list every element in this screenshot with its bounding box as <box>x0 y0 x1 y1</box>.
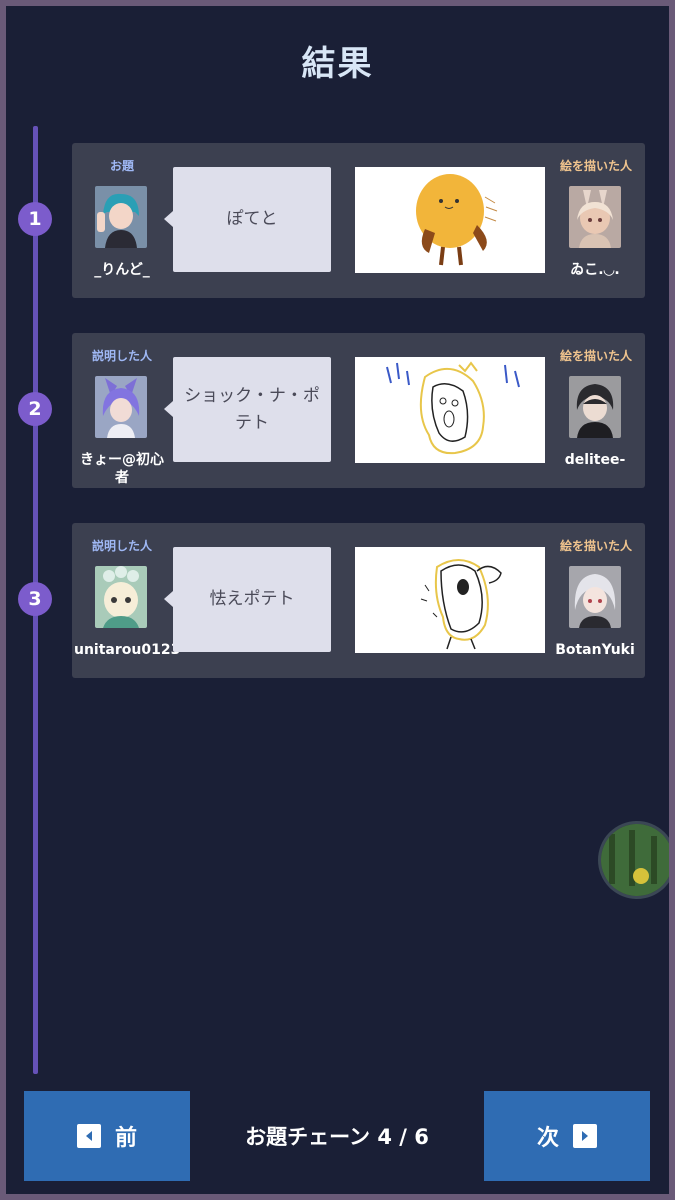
round-card: 説明した人 unitarou0123 怯えポテト 絵を描いた人 BotanYuk… <box>72 523 645 678</box>
floating-avatar[interactable] <box>598 821 669 899</box>
drawer-user-name: ゐこ.◡. <box>570 262 620 278</box>
drawer-user-name: BotanYuki <box>555 642 635 658</box>
drawer-user-name: delitee- <box>564 452 626 468</box>
prompt-user-name: _りんど_ <box>94 262 150 278</box>
next-label: 次 <box>536 1126 559 1151</box>
drawer-role-label: 絵を描いた人 <box>559 539 632 553</box>
description-text-bubble: ショック・ナ・ポテト <box>164 357 331 462</box>
arrow-right-icon <box>573 1124 597 1148</box>
avatar <box>95 186 147 248</box>
prev-label: 前 <box>114 1126 137 1151</box>
results-screen: 結果 1 お題 _りんど_ ぽてと 絵を描いた人 ゐこ.◡. 2 説明した人 き… <box>6 6 669 1194</box>
drawing-image[interactable] <box>355 357 545 463</box>
avatar <box>569 186 621 248</box>
avatar <box>569 566 621 628</box>
round-card: 説明した人 きょー@初心者 ショック・ナ・ポテト 絵を描いた人 delitee- <box>72 333 645 488</box>
step-badge: 3 <box>18 582 52 616</box>
round-card: お題 _りんど_ ぽてと 絵を描いた人 ゐこ.◡. <box>72 143 645 298</box>
page-title: 結果 <box>301 44 374 84</box>
avatar <box>95 376 147 438</box>
describer-role-label: 説明した人 <box>91 539 152 553</box>
drawing-image[interactable] <box>355 167 545 273</box>
drawing-image[interactable] <box>355 547 545 653</box>
next-button[interactable]: 次 <box>484 1091 650 1181</box>
chain-progress-label: お題チェーン 4 / 6 <box>245 1125 429 1149</box>
drawer-role-label: 絵を描いた人 <box>559 349 632 363</box>
arrow-left-icon <box>76 1124 101 1148</box>
prev-button[interactable]: 前 <box>24 1091 190 1181</box>
drawer-role-label: 絵を描いた人 <box>559 159 632 173</box>
step-badge: 1 <box>18 202 52 236</box>
avatar <box>95 566 147 628</box>
prompt-role-label: お題 <box>109 159 134 173</box>
avatar <box>569 376 621 438</box>
step-badge: 2 <box>18 392 52 426</box>
describer-role-label: 説明した人 <box>91 349 152 363</box>
describer-user-name: きょー@初心者 <box>80 452 164 486</box>
prompt-text-bubble: ぽてと <box>164 167 331 272</box>
description-text-bubble: 怯えポテト <box>164 547 331 652</box>
describer-user-name: unitarou0123 <box>74 642 181 658</box>
